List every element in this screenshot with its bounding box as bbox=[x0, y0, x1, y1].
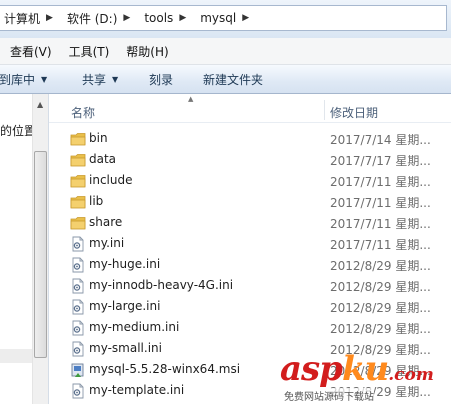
column-divider[interactable] bbox=[324, 100, 325, 120]
file-date-modified: 2017/7/17 星期... bbox=[330, 154, 431, 168]
chevron-down-icon: ▼ bbox=[41, 74, 48, 84]
watermark-subtitle: 免费网站源码下载站 bbox=[284, 388, 374, 403]
ini-file-icon bbox=[70, 320, 86, 336]
file-name: data bbox=[89, 152, 117, 166]
watermark-logo-main: asp bbox=[280, 349, 343, 389]
navigation-pane: 的位置 ▲ bbox=[0, 94, 49, 404]
ini-file-icon bbox=[70, 299, 86, 315]
nav-item-locations[interactable]: 的位置 bbox=[0, 122, 36, 139]
address-bar[interactable]: 计算机 ▶ 软件 (D:) ▶ tools ▶ mysql ▶ bbox=[0, 5, 447, 31]
breadcrumb-label: mysql bbox=[200, 11, 237, 25]
breadcrumb-label: 软件 (D:) bbox=[66, 11, 118, 26]
watermark-logo: aspku.com bbox=[280, 352, 434, 392]
file-name: my-large.ini bbox=[89, 299, 161, 313]
file-row[interactable]: bin 2017/7/14 星期... bbox=[49, 128, 451, 149]
new-folder-label: 新建文件夹 bbox=[203, 72, 264, 87]
msi-installer-icon bbox=[70, 362, 86, 378]
breadcrumb-label: tools bbox=[144, 11, 174, 25]
ini-file-icon bbox=[70, 236, 86, 252]
watermark-logo-accent: ku bbox=[341, 349, 389, 389]
file-row[interactable]: data 2017/7/17 星期... bbox=[49, 149, 451, 170]
file-name: my-small.ini bbox=[89, 341, 162, 355]
file-date-modified: 2012/8/29 星期... bbox=[330, 280, 431, 294]
folder-icon bbox=[70, 215, 86, 231]
menu-help[interactable]: 帮助(H) bbox=[126, 43, 168, 60]
file-row[interactable]: my-innodb-heavy-4G.ini 2012/8/29 星期... bbox=[49, 275, 451, 296]
file-name: bin bbox=[89, 131, 108, 145]
breadcrumb-drive-d[interactable]: 软件 (D:) ▶ bbox=[63, 6, 140, 30]
column-header: 名称 修改日期 bbox=[49, 98, 451, 123]
file-row[interactable]: my-large.ini 2012/8/29 星期... bbox=[49, 296, 451, 317]
breadcrumb-label: 计算机 bbox=[4, 11, 41, 26]
ini-file-icon bbox=[70, 383, 86, 399]
chevron-right-icon[interactable]: ▶ bbox=[179, 13, 186, 23]
chevron-right-icon[interactable]: ▶ bbox=[242, 13, 249, 23]
burn-button[interactable]: 刻录 bbox=[149, 65, 173, 93]
file-name: my-huge.ini bbox=[89, 257, 161, 271]
chevron-right-icon[interactable]: ▶ bbox=[123, 13, 130, 23]
file-row[interactable]: my.ini 2017/7/11 星期... bbox=[49, 233, 451, 254]
file-name: my-template.ini bbox=[89, 383, 185, 397]
menu-tools[interactable]: 工具(T) bbox=[69, 43, 110, 60]
file-name: mysql-5.5.28-winx64.msi bbox=[89, 362, 241, 376]
file-name: lib bbox=[89, 194, 104, 208]
folder-icon bbox=[70, 152, 86, 168]
breadcrumb-mysql[interactable]: mysql ▶ bbox=[196, 6, 259, 30]
file-date-modified: 2017/7/14 星期... bbox=[330, 133, 431, 147]
file-name: my.ini bbox=[89, 236, 125, 250]
new-folder-button[interactable]: 新建文件夹 bbox=[203, 65, 263, 93]
file-date-modified: 2017/7/11 星期... bbox=[330, 175, 431, 189]
share-label: 共享 bbox=[82, 72, 107, 87]
nav-scrollbar[interactable]: ▲ bbox=[32, 94, 48, 404]
nav-selected-item[interactable] bbox=[0, 349, 32, 363]
file-date-modified: 2017/7/11 星期... bbox=[330, 238, 431, 252]
file-name: my-innodb-heavy-4G.ini bbox=[89, 278, 234, 292]
watermark-logo-suffix: .com bbox=[388, 365, 434, 385]
menu-bar: 查看(V) 工具(T) 帮助(H) bbox=[0, 38, 451, 65]
column-header-date-modified[interactable]: 修改日期 bbox=[330, 104, 378, 121]
file-date-modified: 2012/8/29 星期... bbox=[330, 301, 431, 315]
file-name: include bbox=[89, 173, 133, 187]
include-in-library-label: 到库中 bbox=[0, 72, 36, 87]
scroll-up-arrow-icon[interactable]: ▲ bbox=[37, 100, 43, 109]
share-button[interactable]: 共享 ▼ bbox=[82, 65, 118, 93]
file-date-modified: 2012/8/29 星期... bbox=[330, 322, 431, 336]
ini-file-icon bbox=[70, 257, 86, 273]
file-date-modified: 2017/7/11 星期... bbox=[330, 217, 431, 231]
chevron-down-icon: ▼ bbox=[112, 74, 119, 84]
include-in-library-button[interactable]: 到库中 ▼ bbox=[0, 65, 47, 93]
menu-view[interactable]: 查看(V) bbox=[10, 43, 52, 60]
file-row[interactable]: my-medium.ini 2012/8/29 星期... bbox=[49, 317, 451, 338]
file-row[interactable]: lib 2017/7/11 星期... bbox=[49, 191, 451, 212]
breadcrumb-computer[interactable]: 计算机 ▶ bbox=[0, 6, 63, 30]
ini-file-icon bbox=[70, 341, 86, 357]
file-row[interactable]: my-huge.ini 2012/8/29 星期... bbox=[49, 254, 451, 275]
address-bar-area: 计算机 ▶ 软件 (D:) ▶ tools ▶ mysql ▶ bbox=[0, 0, 451, 38]
folder-icon bbox=[70, 194, 86, 210]
folder-icon bbox=[70, 173, 86, 189]
ini-file-icon bbox=[70, 278, 86, 294]
column-header-name[interactable]: 名称 bbox=[71, 104, 95, 121]
burn-label: 刻录 bbox=[149, 72, 174, 87]
file-date-modified: 2012/8/29 星期... bbox=[330, 259, 431, 273]
file-name: share bbox=[89, 215, 123, 229]
nav-scrollbar-thumb[interactable] bbox=[34, 151, 47, 358]
file-date-modified: 2017/7/11 星期... bbox=[330, 196, 431, 210]
file-row[interactable]: include 2017/7/11 星期... bbox=[49, 170, 451, 191]
command-toolbar: 到库中 ▼ 共享 ▼ 刻录 新建文件夹 bbox=[0, 65, 451, 94]
file-name: my-medium.ini bbox=[89, 320, 180, 334]
file-row[interactable]: share 2017/7/11 星期... bbox=[49, 212, 451, 233]
breadcrumb-tools[interactable]: tools ▶ bbox=[140, 6, 196, 30]
folder-icon bbox=[70, 131, 86, 147]
chevron-right-icon[interactable]: ▶ bbox=[46, 13, 53, 23]
watermark: aspku.com 免费网站源码下载站 bbox=[280, 352, 451, 404]
